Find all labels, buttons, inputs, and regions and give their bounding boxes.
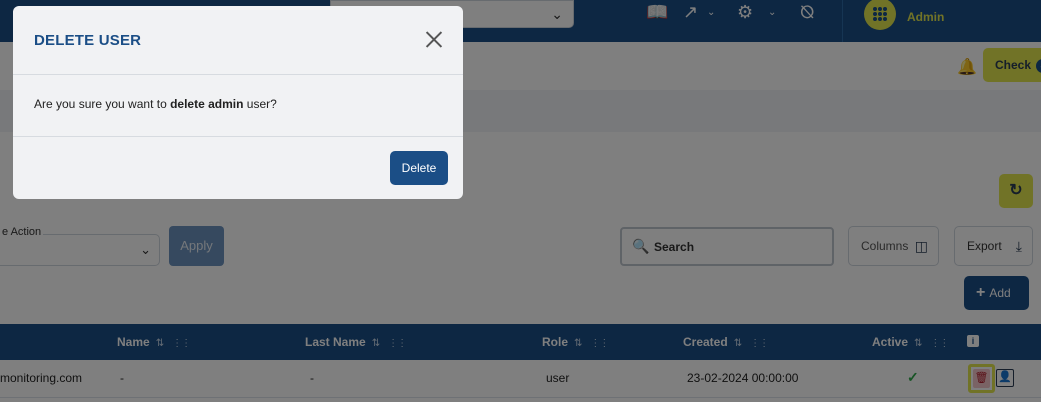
close-icon[interactable]	[423, 28, 445, 50]
modal-message-emphasis: delete admin	[170, 97, 244, 111]
modal-message-suffix: user?	[243, 97, 277, 111]
delete-user-modal: DELETE USER Are you sure you want to del…	[13, 6, 463, 199]
modal-divider	[13, 136, 463, 137]
modal-message: Are you sure you want to delete admin us…	[34, 97, 277, 111]
modal-title: DELETE USER	[34, 32, 142, 49]
modal-divider	[13, 74, 463, 75]
confirm-delete-button[interactable]: Delete	[390, 151, 448, 185]
modal-message-prefix: Are you sure you want to	[34, 97, 171, 111]
